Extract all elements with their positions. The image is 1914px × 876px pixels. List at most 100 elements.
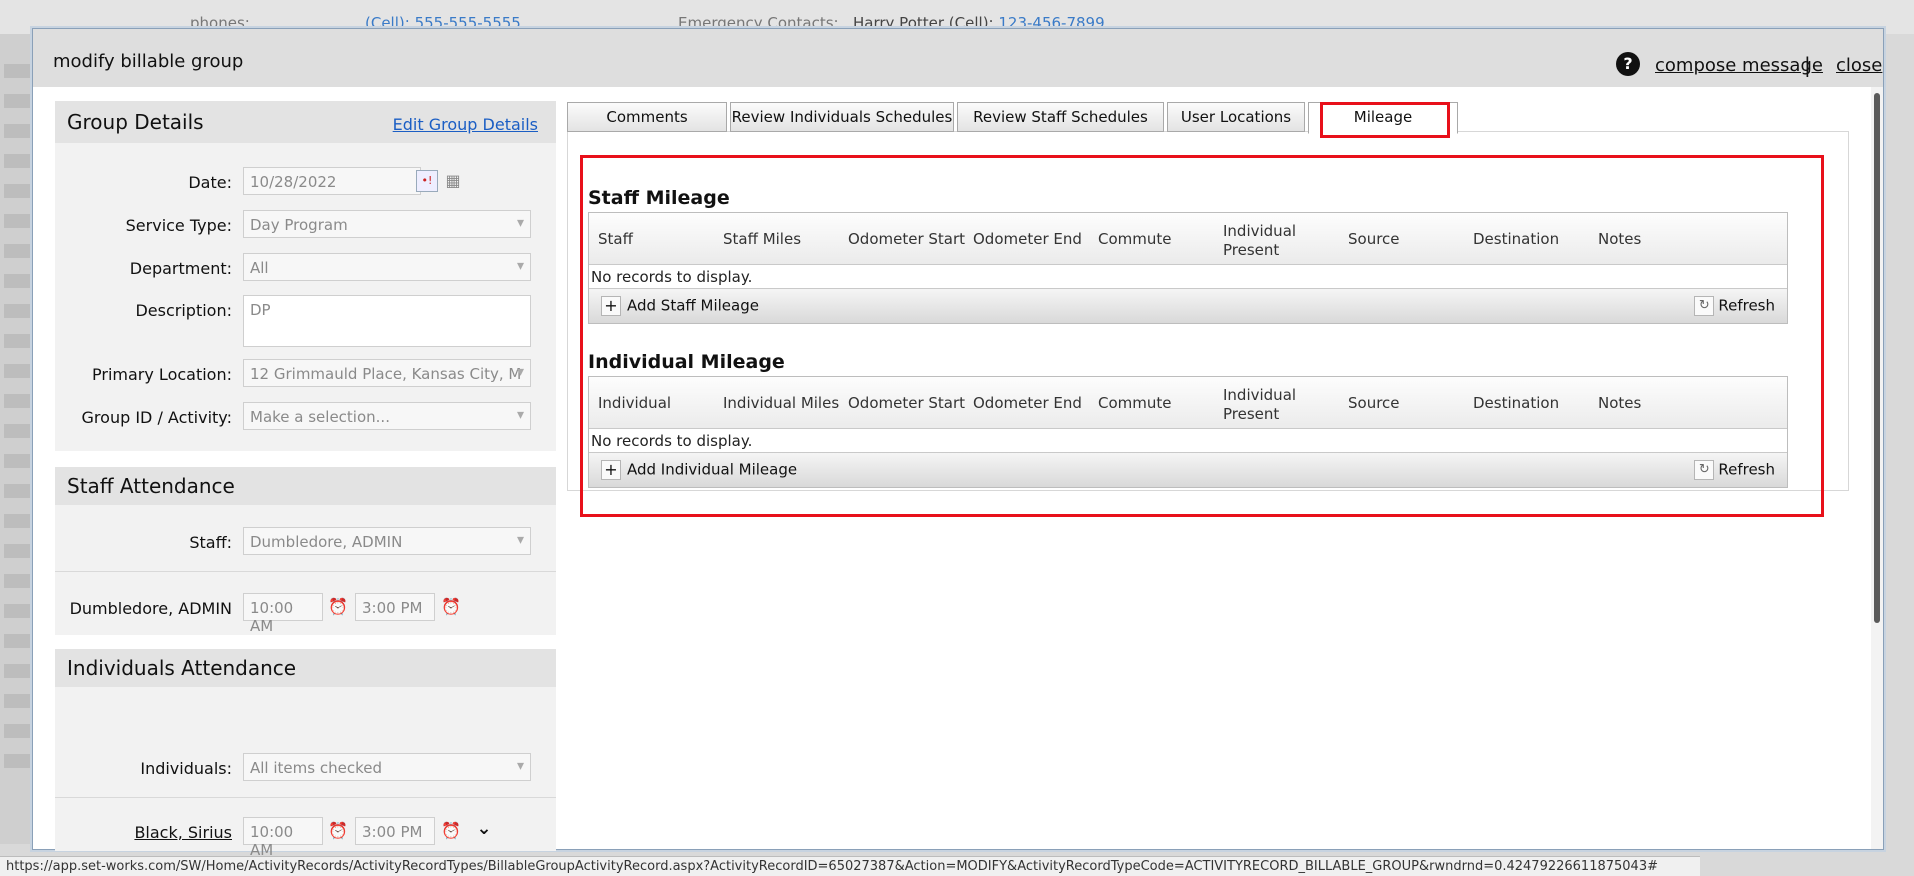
staff-label: Staff: <box>189 533 232 552</box>
individual-end-time-input[interactable]: 3:00 PM <box>355 817 435 845</box>
service-type-select[interactable]: Day Program <box>243 210 531 238</box>
today-calendar-icon[interactable]: •! <box>416 170 438 192</box>
date-label: Date: <box>188 173 232 192</box>
titlebar-separator: | <box>1804 53 1811 77</box>
description-textarea[interactable]: DP <box>243 295 531 347</box>
tab-review-staff-schedules[interactable]: Review Staff Schedules <box>957 102 1164 132</box>
individual-member-link[interactable]: Black, Sirius <box>134 823 232 842</box>
modal-title: modify billable group <box>53 51 244 72</box>
group-id-row: Group ID / Activity: Make a selection... <box>55 398 556 434</box>
compose-message-link[interactable]: compose message <box>1655 55 1823 76</box>
department-label: Department: <box>129 259 232 278</box>
clock-icon[interactable]: ⏰ <box>440 596 462 618</box>
tab-user-locations[interactable]: User Locations <box>1167 102 1305 132</box>
individuals-select[interactable]: All items checked <box>243 753 531 781</box>
individual-start-time-input[interactable]: 10:00 AM <box>243 817 323 859</box>
modal-titlebar: modify billable group ? compose message … <box>33 29 1883 87</box>
staff-refresh-label: Refresh <box>1718 296 1775 315</box>
individual-refresh-label: Refresh <box>1718 460 1775 479</box>
staff-start-time-input[interactable]: 10:00 AM <box>243 593 323 635</box>
group-details-header: Group Details Edit Group Details <box>55 101 556 143</box>
clock-icon[interactable]: ⏰ <box>327 820 349 842</box>
column-header[interactable]: Individual Present <box>1223 222 1303 260</box>
individual-mileage-empty: No records to display. <box>589 429 1787 453</box>
background-left-strip <box>0 34 36 844</box>
column-header[interactable]: Staff Miles <box>723 230 823 249</box>
chevron-down-icon[interactable]: ⌄ <box>473 818 495 840</box>
column-header[interactable]: Destination <box>1473 230 1573 249</box>
group-details-heading: Group Details <box>67 110 204 134</box>
staff-mileage-title: Staff Mileage <box>588 187 730 209</box>
individual-member-row: Black, Sirius 10:00 AM ⏰ 3:00 PM ⏰ ⌄ <box>55 813 556 859</box>
column-header[interactable]: Individual Present <box>1223 386 1303 424</box>
modal-scrollbar-thumb[interactable] <box>1874 93 1880 623</box>
column-header[interactable]: Odometer Start <box>848 230 968 249</box>
modify-billable-group-modal: modify billable group ? compose message … <box>32 28 1884 859</box>
edit-group-details-link[interactable]: Edit Group Details <box>393 115 538 134</box>
close-link[interactable]: close <box>1836 55 1882 76</box>
calendar-grid-icon[interactable]: ▦ <box>442 170 464 192</box>
department-row: Department: All <box>55 249 556 285</box>
column-header[interactable]: Commute <box>1098 394 1198 413</box>
staff-end-time-input[interactable]: 3:00 PM <box>355 593 435 621</box>
column-header[interactable]: Individual <box>598 394 698 413</box>
date-row: Date: 10/28/2022 •! ▦ <box>55 163 556 199</box>
tab-review-individuals-schedules[interactable]: Review Individuals Schedules <box>730 102 954 132</box>
description-row: Description: DP <box>55 291 556 351</box>
add-staff-mileage-label: Add Staff Mileage <box>627 296 759 315</box>
column-header[interactable]: Staff <box>598 230 698 249</box>
service-type-label: Service Type: <box>125 216 232 235</box>
clock-icon[interactable]: ⏰ <box>327 596 349 618</box>
staff-mileage-empty: No records to display. <box>589 265 1787 289</box>
staff-select[interactable]: Dumbledore, ADMIN <box>243 527 531 555</box>
individuals-row: Individuals: All items checked <box>55 749 556 785</box>
individuals-attendance-heading: Individuals Attendance <box>67 656 297 680</box>
add-staff-mileage-button[interactable]: + Add Staff Mileage <box>601 296 759 316</box>
add-individual-mileage-label: Add Individual Mileage <box>627 460 798 479</box>
column-header[interactable]: Individual Miles <box>723 394 843 413</box>
staff-refresh-button[interactable]: ↻ Refresh <box>1694 296 1775 316</box>
staff-mileage-grid: Staff Staff Miles Odometer Start Odomete… <box>588 212 1788 324</box>
staff-member-name: Dumbledore, ADMIN <box>69 599 232 618</box>
column-header[interactable]: Notes <box>1598 394 1698 413</box>
individuals-divider <box>55 797 556 798</box>
plus-icon: + <box>601 460 621 480</box>
column-header[interactable]: Odometer Start <box>848 394 968 413</box>
refresh-icon: ↻ <box>1694 296 1715 316</box>
question-circle-icon[interactable]: ? <box>1616 52 1640 76</box>
individual-mileage-title: Individual Mileage <box>588 351 785 373</box>
column-header[interactable]: Odometer End <box>973 230 1093 249</box>
column-header[interactable]: Odometer End <box>973 394 1093 413</box>
primary-location-select[interactable]: 12 Grimmauld Place, Kansas City, M <box>243 359 531 387</box>
primary-location-row: Primary Location: 12 Grimmauld Place, Ka… <box>55 355 556 391</box>
clock-icon[interactable]: ⏰ <box>440 820 462 842</box>
individuals-label: Individuals: <box>140 759 232 778</box>
plus-icon: + <box>601 296 621 316</box>
date-input[interactable]: 10/28/2022 <box>243 167 421 195</box>
tab-comments[interactable]: Comments <box>567 102 727 132</box>
staff-attendance-heading: Staff Attendance <box>67 474 235 498</box>
individuals-attendance-panel: Individuals Attendance Individuals: All … <box>55 649 556 859</box>
department-select[interactable]: All <box>243 253 531 281</box>
column-header[interactable]: Commute <box>1098 230 1198 249</box>
individual-mileage-grid: Individual Individual Miles Odometer Sta… <box>588 376 1788 488</box>
group-details-panel: Group Details Edit Group Details Date: 1… <box>55 101 556 451</box>
individual-refresh-button[interactable]: ↻ Refresh <box>1694 460 1775 480</box>
column-header[interactable]: Source <box>1348 394 1448 413</box>
staff-member-row: Dumbledore, ADMIN 10:00 AM ⏰ 3:00 PM ⏰ <box>55 589 556 635</box>
individual-mileage-footer: + Add Individual Mileage ↻ Refresh <box>589 453 1787 487</box>
group-id-label: Group ID / Activity: <box>81 408 232 427</box>
staff-row: Staff: Dumbledore, ADMIN <box>55 523 556 559</box>
service-type-row: Service Type: Day Program <box>55 206 556 242</box>
group-id-select[interactable]: Make a selection... <box>243 402 531 430</box>
column-header[interactable]: Notes <box>1598 230 1698 249</box>
browser-status-url: https://app.set-works.com/SW/Home/Activi… <box>0 856 1700 876</box>
individual-mileage-header-row: Individual Individual Miles Odometer Sta… <box>589 377 1787 429</box>
column-header[interactable]: Destination <box>1473 394 1573 413</box>
column-header[interactable]: Source <box>1348 230 1448 249</box>
description-label: Description: <box>135 301 232 320</box>
staff-divider <box>55 571 556 572</box>
individuals-attendance-header: Individuals Attendance <box>55 649 556 687</box>
primary-location-label: Primary Location: <box>92 365 232 384</box>
add-individual-mileage-button[interactable]: + Add Individual Mileage <box>601 460 797 480</box>
